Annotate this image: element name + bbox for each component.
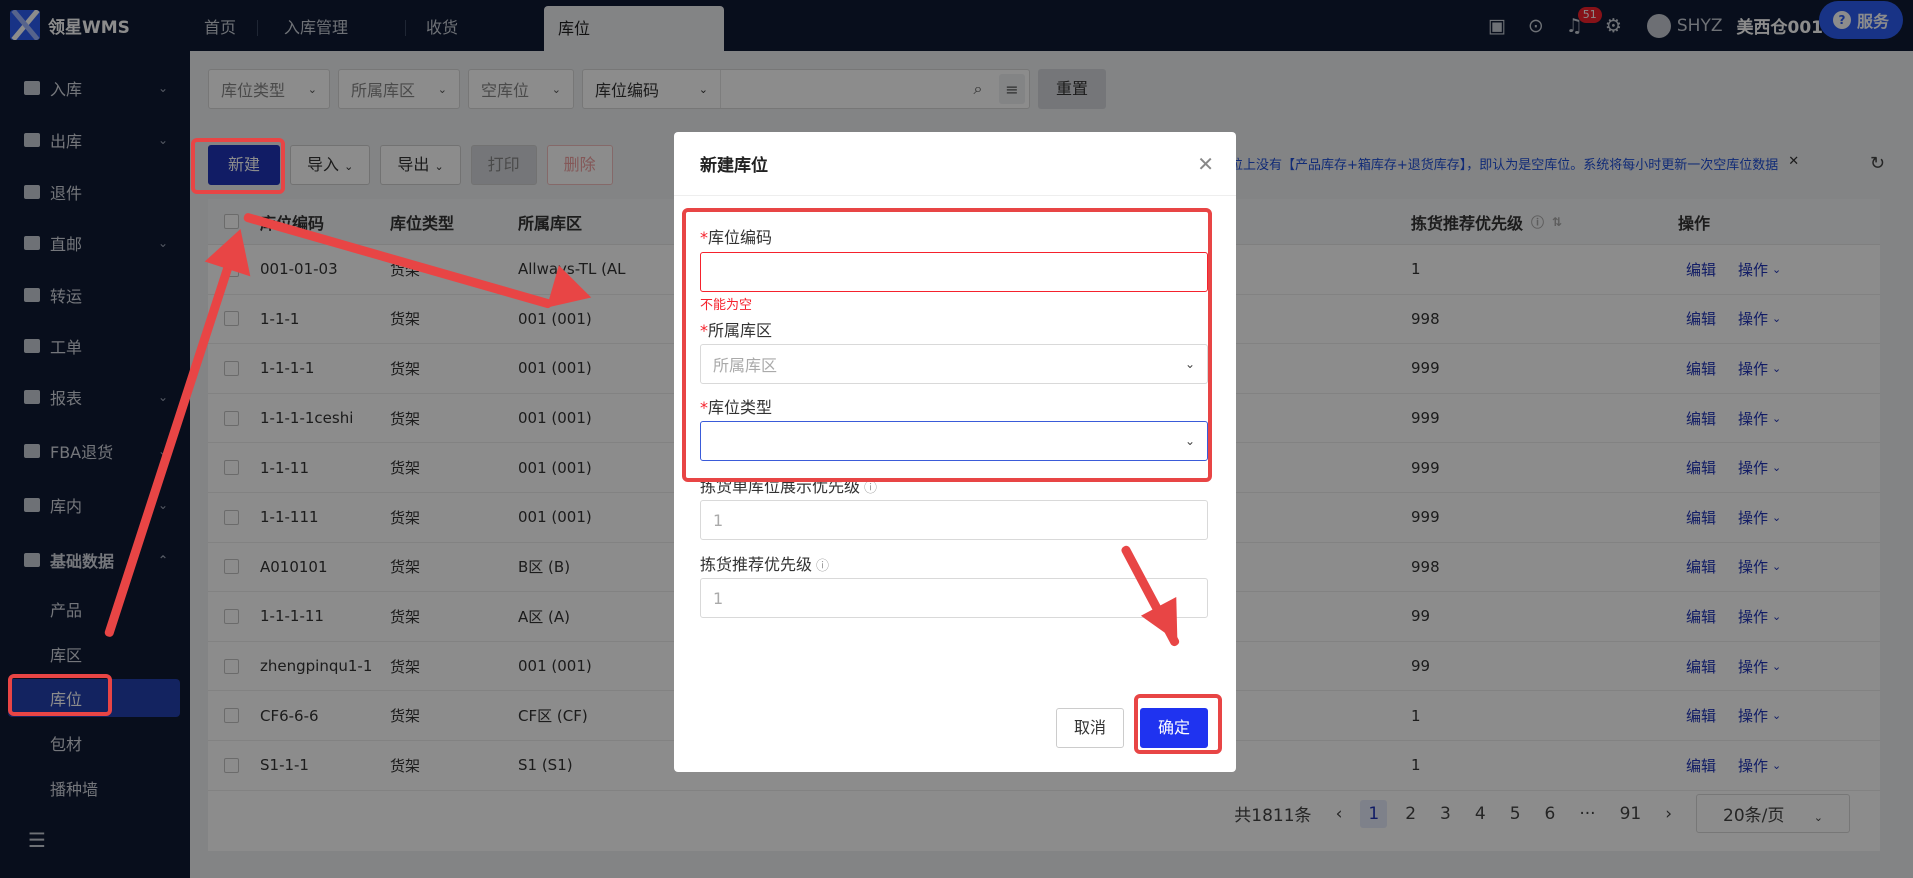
pick-recommend-input[interactable]: 1 <box>700 578 1208 618</box>
highlight-new-button <box>191 138 285 194</box>
cancel-button[interactable]: 取消 <box>1056 708 1124 748</box>
info-icon: ⓘ <box>816 559 830 574</box>
pick-recommend-value: 1 <box>713 588 724 608</box>
highlight-confirm-button <box>1134 694 1222 754</box>
pick-recommend-label: 拣货推荐优先级 ⓘ <box>700 551 829 575</box>
modal-title: 新建库位 <box>674 132 1236 196</box>
pick-display-value: 1 <box>713 510 724 530</box>
pick-display-input[interactable]: 1 <box>700 500 1208 540</box>
close-icon[interactable]: ✕ <box>1197 152 1214 176</box>
highlight-location-menu <box>8 674 112 716</box>
pick-recommend-label-text: 拣货推荐优先级 <box>700 555 813 574</box>
info-icon: ⓘ <box>864 481 878 496</box>
highlight-required-fields <box>682 208 1212 482</box>
